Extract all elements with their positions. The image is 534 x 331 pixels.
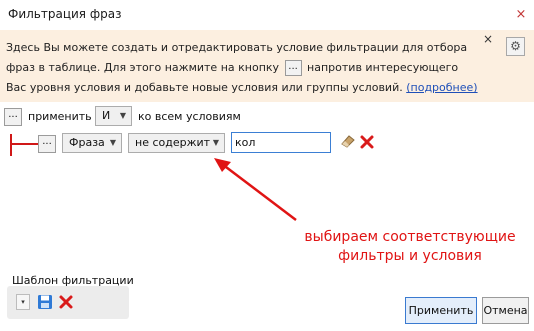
operator-select-value: не содержит [135,136,211,149]
group-operator-select[interactable]: И ▼ [95,106,132,126]
annotation-line-1: выбираем соответствующие [304,229,516,245]
more-link[interactable]: (подробнее) [406,81,477,94]
window-close-icon[interactable]: × [512,6,530,24]
delete-icon[interactable] [359,134,375,150]
chevron-down-icon: ▼ [109,138,116,147]
inline-dots-button: ... [284,60,302,76]
group-menu-button[interactable]: ... [4,108,22,126]
info-text: Здесь Вы можете создать и отредактироват… [6,38,478,98]
info-panel: Здесь Вы можете создать и отредактироват… [0,30,534,102]
apply-button[interactable]: Применить [405,297,477,324]
field-select-value: Фраза [69,136,105,149]
tree-horizontal-line [10,143,38,145]
chevron-down-icon: ▼ [119,111,126,120]
title-bar: Фильтрация фраз × [0,0,534,30]
save-icon[interactable] [37,294,53,310]
condition-menu-button[interactable]: ... [38,135,56,153]
annotation-arrow-icon [214,158,297,221]
to-all-conditions-label: ко всем условиям [138,110,241,123]
info-close-icon[interactable]: × [483,32,493,46]
tree-vertical-line [10,134,12,156]
annotation-line-2: фильтры и условия [338,248,482,264]
eraser-icon[interactable] [340,134,356,148]
apply-label: применить [28,110,92,123]
settings-gear-icon[interactable]: ⚙ [506,37,525,56]
cancel-button[interactable]: Отмена [482,297,529,324]
group-operator-value: И [102,109,111,122]
template-dropdown-arrow-icon[interactable]: ▾ [16,294,30,310]
field-select[interactable]: Фраза ▼ [62,133,122,153]
template-delete-icon[interactable] [58,294,74,310]
window-title: Фильтрация фраз [8,7,122,21]
annotation-text: выбираем соответствующие фильтры и услов… [290,228,530,266]
